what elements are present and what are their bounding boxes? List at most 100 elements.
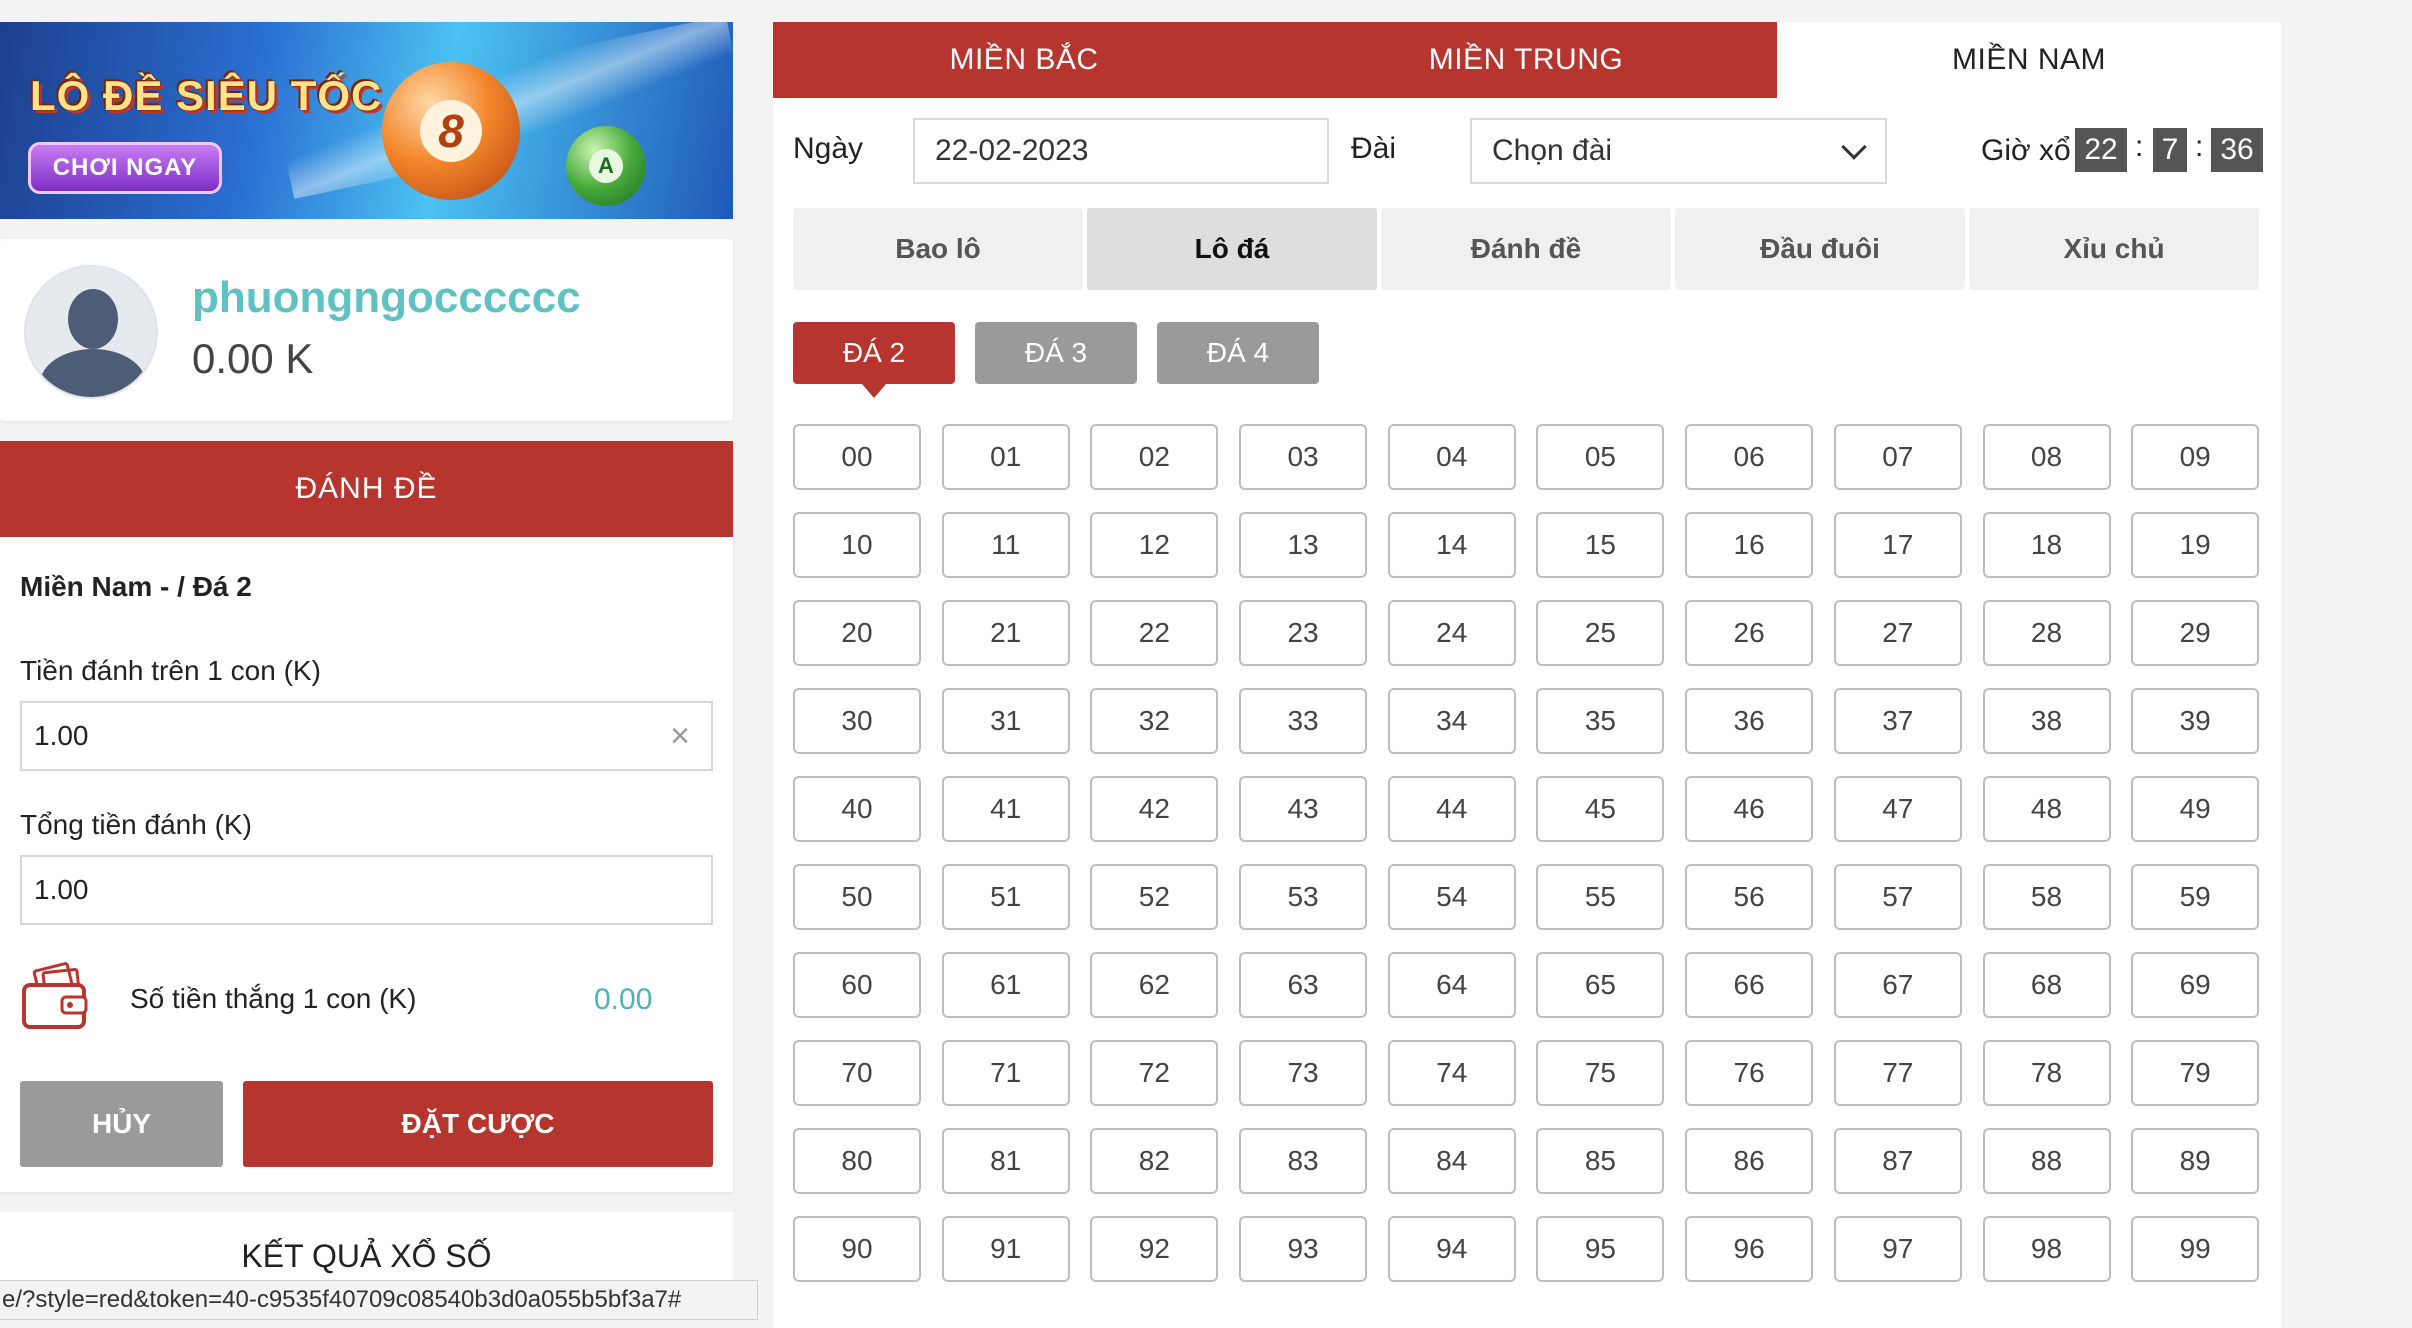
number-button[interactable]: 02 bbox=[1090, 424, 1219, 490]
number-button[interactable]: 83 bbox=[1239, 1128, 1368, 1194]
number-button[interactable]: 07 bbox=[1833, 424, 1962, 490]
number-button[interactable]: 88 bbox=[1982, 1128, 2111, 1194]
number-button[interactable]: 10 bbox=[793, 512, 921, 578]
number-button[interactable]: 50 bbox=[793, 864, 921, 930]
number-button[interactable]: 96 bbox=[1685, 1216, 1814, 1282]
number-button[interactable]: 68 bbox=[1982, 952, 2111, 1018]
number-button[interactable]: 90 bbox=[793, 1216, 921, 1282]
number-button[interactable]: 97 bbox=[1833, 1216, 1962, 1282]
number-button[interactable]: 79 bbox=[2131, 1040, 2260, 1106]
number-button[interactable]: 01 bbox=[941, 424, 1070, 490]
number-button[interactable]: 60 bbox=[793, 952, 921, 1018]
number-button[interactable]: 08 bbox=[1982, 424, 2111, 490]
number-button[interactable]: 28 bbox=[1982, 600, 2111, 666]
number-button[interactable]: 54 bbox=[1387, 864, 1516, 930]
number-button[interactable]: 43 bbox=[1239, 776, 1368, 842]
number-button[interactable]: 67 bbox=[1833, 952, 1962, 1018]
number-button[interactable]: 47 bbox=[1833, 776, 1962, 842]
number-button[interactable]: 78 bbox=[1982, 1040, 2111, 1106]
number-button[interactable]: 74 bbox=[1387, 1040, 1516, 1106]
number-button[interactable]: 94 bbox=[1387, 1216, 1516, 1282]
number-button[interactable]: 56 bbox=[1685, 864, 1814, 930]
number-button[interactable]: 59 bbox=[2131, 864, 2260, 930]
avatar[interactable] bbox=[24, 265, 158, 399]
number-button[interactable]: 61 bbox=[941, 952, 1070, 1018]
number-button[interactable]: 84 bbox=[1387, 1128, 1516, 1194]
number-button[interactable]: 42 bbox=[1090, 776, 1219, 842]
number-button[interactable]: 93 bbox=[1239, 1216, 1368, 1282]
number-button[interactable]: 36 bbox=[1685, 688, 1814, 754]
number-button[interactable]: 48 bbox=[1982, 776, 2111, 842]
number-button[interactable]: 31 bbox=[941, 688, 1070, 754]
number-button[interactable]: 19 bbox=[2131, 512, 2260, 578]
number-button[interactable]: 38 bbox=[1982, 688, 2111, 754]
clear-icon[interactable]: × bbox=[663, 719, 697, 753]
number-button[interactable]: 23 bbox=[1239, 600, 1368, 666]
tab-lo-da[interactable]: Lô đá bbox=[1087, 208, 1377, 290]
number-button[interactable]: 16 bbox=[1685, 512, 1814, 578]
number-button[interactable]: 09 bbox=[2131, 424, 2260, 490]
number-button[interactable]: 55 bbox=[1536, 864, 1665, 930]
number-button[interactable]: 75 bbox=[1536, 1040, 1665, 1106]
number-button[interactable]: 11 bbox=[941, 512, 1070, 578]
date-input[interactable]: 22-02-2023 bbox=[913, 118, 1329, 184]
number-button[interactable]: 63 bbox=[1239, 952, 1368, 1018]
number-button[interactable]: 33 bbox=[1239, 688, 1368, 754]
number-button[interactable]: 27 bbox=[1833, 600, 1962, 666]
number-button[interactable]: 82 bbox=[1090, 1128, 1219, 1194]
number-button[interactable]: 99 bbox=[2131, 1216, 2260, 1282]
number-button[interactable]: 87 bbox=[1833, 1128, 1962, 1194]
number-button[interactable]: 14 bbox=[1387, 512, 1516, 578]
number-button[interactable]: 45 bbox=[1536, 776, 1665, 842]
number-button[interactable]: 49 bbox=[2131, 776, 2260, 842]
number-button[interactable]: 20 bbox=[793, 600, 921, 666]
number-button[interactable]: 89 bbox=[2131, 1128, 2260, 1194]
number-button[interactable]: 69 bbox=[2131, 952, 2260, 1018]
number-button[interactable]: 92 bbox=[1090, 1216, 1219, 1282]
number-button[interactable]: 18 bbox=[1982, 512, 2111, 578]
tab-mien-bac[interactable]: MIỀN BẮC bbox=[773, 22, 1275, 98]
tab-bao-lo[interactable]: Bao lô bbox=[793, 208, 1083, 290]
number-button[interactable]: 73 bbox=[1239, 1040, 1368, 1106]
number-button[interactable]: 06 bbox=[1685, 424, 1814, 490]
number-button[interactable]: 04 bbox=[1387, 424, 1516, 490]
tab-danh-de[interactable]: Đánh đề bbox=[1381, 208, 1671, 290]
cancel-button[interactable]: HỦY bbox=[20, 1081, 223, 1167]
number-button[interactable]: 30 bbox=[793, 688, 921, 754]
tab-da-2[interactable]: ĐÁ 2 bbox=[793, 322, 955, 398]
number-button[interactable]: 03 bbox=[1239, 424, 1368, 490]
number-button[interactable]: 15 bbox=[1536, 512, 1665, 578]
tab-da-4[interactable]: ĐÁ 4 bbox=[1157, 322, 1319, 384]
station-select[interactable]: Chọn đài bbox=[1470, 118, 1887, 184]
total-input[interactable]: 1.00 bbox=[20, 855, 713, 925]
tab-dau-duoi[interactable]: Đầu đuôi bbox=[1675, 208, 1965, 290]
number-button[interactable]: 22 bbox=[1090, 600, 1219, 666]
number-button[interactable]: 17 bbox=[1833, 512, 1962, 578]
number-button[interactable]: 57 bbox=[1833, 864, 1962, 930]
number-button[interactable]: 40 bbox=[793, 776, 921, 842]
number-button[interactable]: 24 bbox=[1387, 600, 1516, 666]
number-button[interactable]: 05 bbox=[1536, 424, 1665, 490]
number-button[interactable]: 64 bbox=[1387, 952, 1516, 1018]
tab-mien-trung[interactable]: MIỀN TRUNG bbox=[1275, 22, 1777, 98]
place-bet-button[interactable]: ĐẶT CƯỢC bbox=[243, 1081, 713, 1167]
number-button[interactable]: 34 bbox=[1387, 688, 1516, 754]
number-button[interactable]: 58 bbox=[1982, 864, 2111, 930]
number-button[interactable]: 72 bbox=[1090, 1040, 1219, 1106]
number-button[interactable]: 39 bbox=[2131, 688, 2260, 754]
number-button[interactable]: 21 bbox=[941, 600, 1070, 666]
play-now-button[interactable]: CHƠI NGAY bbox=[28, 142, 222, 194]
tab-xiu-chu[interactable]: Xỉu chủ bbox=[1969, 208, 2259, 290]
number-button[interactable]: 85 bbox=[1536, 1128, 1665, 1194]
number-button[interactable]: 86 bbox=[1685, 1128, 1814, 1194]
tab-mien-nam[interactable]: MIỀN NAM bbox=[1777, 22, 2281, 98]
number-button[interactable]: 44 bbox=[1387, 776, 1516, 842]
number-button[interactable]: 26 bbox=[1685, 600, 1814, 666]
number-button[interactable]: 76 bbox=[1685, 1040, 1814, 1106]
number-button[interactable]: 32 bbox=[1090, 688, 1219, 754]
number-button[interactable]: 35 bbox=[1536, 688, 1665, 754]
number-button[interactable]: 91 bbox=[941, 1216, 1070, 1282]
number-button[interactable]: 62 bbox=[1090, 952, 1219, 1018]
number-button[interactable]: 41 bbox=[941, 776, 1070, 842]
number-button[interactable]: 81 bbox=[941, 1128, 1070, 1194]
